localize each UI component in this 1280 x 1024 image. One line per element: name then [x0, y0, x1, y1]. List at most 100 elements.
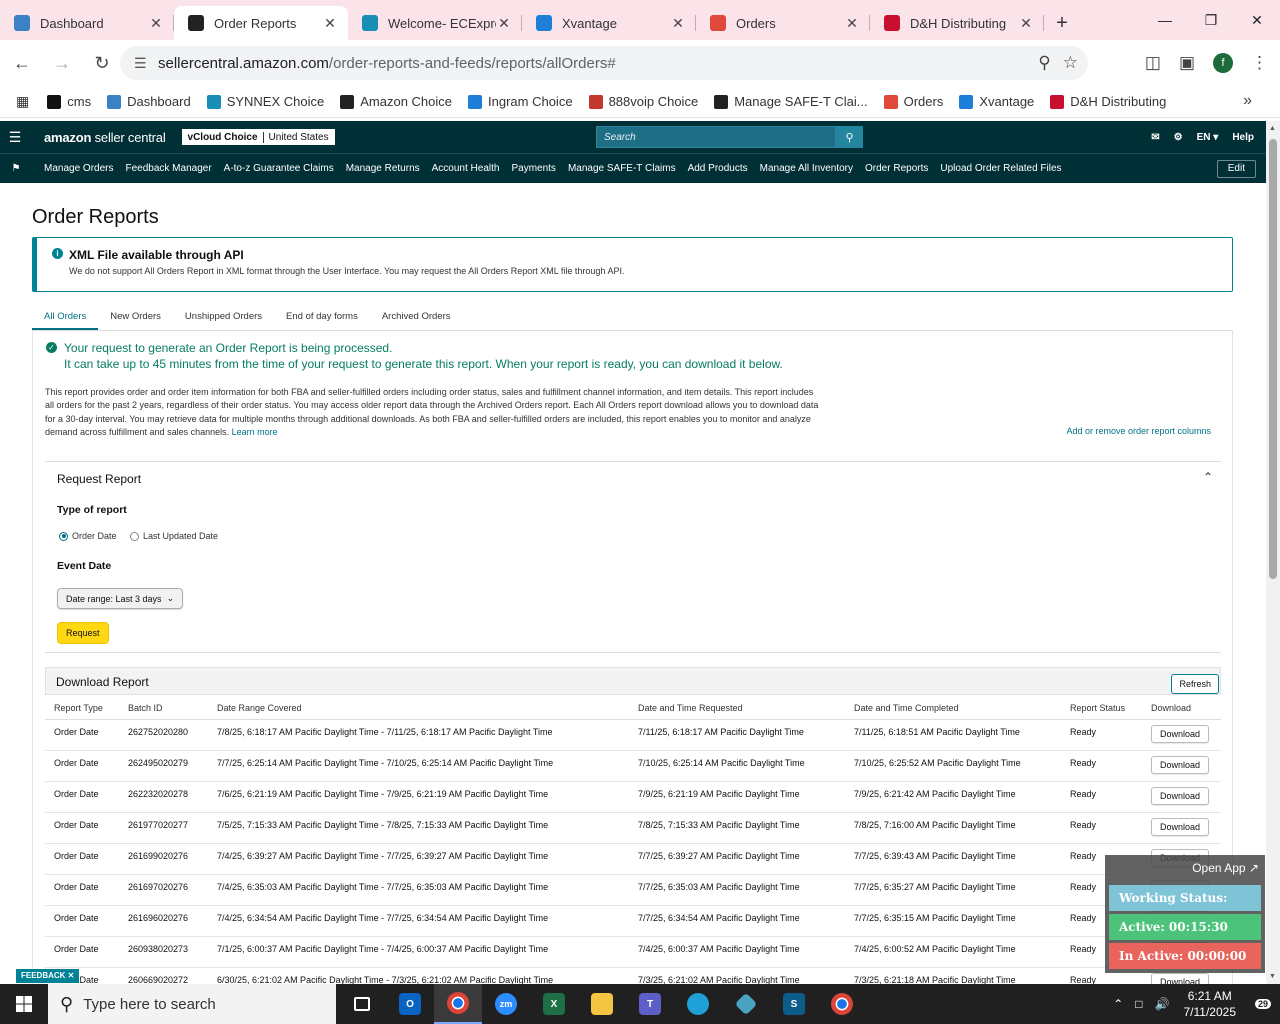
- help-link[interactable]: Help: [1232, 132, 1254, 143]
- open-app-link[interactable]: Open App ↗: [1192, 861, 1259, 875]
- bookmark-item[interactable]: cms: [47, 94, 91, 109]
- header-search-input[interactable]: Search: [596, 126, 836, 148]
- download-button[interactable]: Download: [1151, 786, 1210, 805]
- browser-tab[interactable]: D&H Distributing ✕: [870, 6, 1044, 40]
- radio-order-date[interactable]: Order Date: [59, 531, 117, 541]
- network-icon[interactable]: □: [1135, 997, 1142, 1011]
- extensions-icon[interactable]: ◫: [1145, 53, 1161, 73]
- nav-link[interactable]: Feedback Manager: [125, 163, 211, 174]
- close-window-button[interactable]: ✕: [1234, 0, 1280, 40]
- learn-more-link[interactable]: Learn more: [232, 427, 278, 437]
- add-remove-columns-link[interactable]: Add or remove order report columns: [1066, 426, 1211, 436]
- site-info-icon[interactable]: ☰: [134, 55, 150, 72]
- page-scrollbar[interactable]: ▲ ▼: [1266, 121, 1280, 984]
- order-tab[interactable]: All Orders: [32, 305, 99, 330]
- close-tab-icon[interactable]: ✕: [670, 15, 686, 32]
- app-icon-s[interactable]: S: [770, 984, 818, 1024]
- order-tab[interactable]: Archived Orders: [370, 305, 463, 330]
- restore-button[interactable]: ❐: [1188, 0, 1234, 40]
- taskbar-search-input[interactable]: ⚲ Type here to search: [48, 984, 336, 1024]
- download-button[interactable]: Download: [1151, 755, 1210, 774]
- order-tab[interactable]: Unshipped Orders: [173, 305, 274, 330]
- date-range-dropdown[interactable]: Date range: Last 3 days ⌄: [57, 588, 184, 609]
- clock[interactable]: 6:21 AM 7/11/2025: [1184, 988, 1237, 1020]
- scroll-up-icon[interactable]: ▲: [1269, 125, 1276, 132]
- language-selector[interactable]: EN ▾: [1197, 132, 1219, 143]
- excel-icon[interactable]: X: [530, 984, 578, 1024]
- outlook-icon[interactable]: O: [386, 984, 434, 1024]
- browser-tab[interactable]: Welcome- ECExpres✕: [348, 6, 522, 40]
- nav-link[interactable]: Manage SAFE-T Claims: [568, 163, 676, 174]
- scrollbar-thumb[interactable]: [1269, 139, 1277, 579]
- zoom-app-icon[interactable]: zm: [482, 984, 530, 1024]
- download-button[interactable]: Download: [1151, 724, 1210, 743]
- search-icon[interactable]: ⚲: [836, 126, 863, 148]
- bookmark-item[interactable]: SYNNEX Choice: [206, 94, 324, 109]
- bookmark-item[interactable]: Orders: [883, 94, 943, 109]
- feedback-tab[interactable]: FEEDBACK ✕: [16, 969, 80, 983]
- notification-icon[interactable]: 29: [1246, 984, 1280, 1024]
- bookmark-icon[interactable]: ⚑: [0, 163, 32, 174]
- nav-link[interactable]: Manage All Inventory: [760, 163, 853, 174]
- close-tab-icon[interactable]: ✕: [1018, 15, 1034, 32]
- new-tab-button[interactable]: +: [1044, 6, 1080, 40]
- zoom-icon[interactable]: ⚲: [1038, 53, 1050, 73]
- close-tab-icon[interactable]: ✕: [322, 15, 338, 32]
- app-icon-diamond[interactable]: [722, 984, 770, 1024]
- edge-icon[interactable]: [674, 984, 722, 1024]
- nav-link[interactable]: Add Products: [688, 163, 748, 174]
- bookmark-item[interactable]: Amazon Choice: [340, 94, 452, 109]
- nav-link[interactable]: Account Health: [432, 163, 500, 174]
- chevron-up-icon[interactable]: ⌃: [1203, 470, 1213, 484]
- bookmark-item[interactable]: 888voip Choice: [588, 94, 698, 109]
- task-view-icon[interactable]: [338, 984, 386, 1024]
- hamburger-menu-icon[interactable]: ☰: [0, 129, 30, 146]
- browser-tab[interactable]: Order Reports ✕: [174, 6, 348, 40]
- windows-start-icon[interactable]: [0, 984, 48, 1024]
- more-bookmarks-icon[interactable]: »: [1243, 92, 1252, 110]
- bookmark-item[interactable]: Ingram Choice: [468, 94, 573, 109]
- nav-link[interactable]: Upload Order Related Files: [940, 163, 1061, 174]
- chrome-icon[interactable]: [434, 984, 482, 1024]
- bookmark-item[interactable]: Dashboard: [107, 94, 191, 109]
- volume-icon[interactable]: 🔊: [1155, 997, 1170, 1011]
- seller-central-logo[interactable]: amazon seller central: [44, 130, 166, 145]
- nav-link[interactable]: A-to-z Guarantee Claims: [224, 163, 334, 174]
- chrome-profile-icon[interactable]: [818, 984, 866, 1024]
- nav-link[interactable]: Manage Orders: [44, 163, 113, 174]
- cast-icon[interactable]: ▣: [1179, 53, 1195, 73]
- nav-link[interactable]: Order Reports: [865, 163, 928, 174]
- bookmark-item[interactable]: D&H Distributing: [1050, 94, 1166, 109]
- download-button[interactable]: Download: [1151, 817, 1210, 836]
- teams-icon[interactable]: T: [626, 984, 674, 1024]
- close-tab-icon[interactable]: ✕: [844, 15, 860, 32]
- address-bar[interactable]: ☰ sellercentral.amazon.com/order-reports…: [120, 46, 1088, 80]
- marketplace-switcher[interactable]: vCloud Choice United States: [181, 129, 335, 145]
- order-tab[interactable]: End of day forms: [274, 305, 370, 330]
- file-explorer-icon[interactable]: [578, 984, 626, 1024]
- profile-avatar[interactable]: f: [1213, 53, 1233, 73]
- browser-tab[interactable]: Orders ✕: [696, 6, 870, 40]
- mail-icon[interactable]: ✉: [1151, 132, 1159, 143]
- reload-button[interactable]: ↻: [84, 45, 120, 81]
- refresh-button[interactable]: Refresh: [1171, 674, 1219, 694]
- close-tab-icon[interactable]: ✕: [496, 15, 512, 32]
- order-tab[interactable]: New Orders: [98, 305, 173, 330]
- chevron-up-icon[interactable]: ⌃: [1113, 997, 1123, 1011]
- back-button[interactable]: ←: [4, 45, 40, 81]
- minimize-button[interactable]: —: [1142, 0, 1188, 40]
- menu-icon[interactable]: ⋮: [1251, 53, 1268, 73]
- bookmark-item[interactable]: Manage SAFE-T Clai...: [714, 94, 868, 109]
- edit-nav-button[interactable]: Edit: [1216, 160, 1256, 178]
- forward-button[interactable]: →: [44, 45, 80, 81]
- nav-link[interactable]: Manage Returns: [346, 163, 420, 174]
- request-button[interactable]: Request: [57, 622, 109, 644]
- bookmark-star-icon[interactable]: ☆: [1063, 53, 1078, 73]
- nav-link[interactable]: Payments: [511, 163, 555, 174]
- apps-icon[interactable]: ▦: [16, 93, 29, 110]
- download-button[interactable]: Download: [1151, 972, 1210, 984]
- gear-icon[interactable]: ⚙: [1174, 132, 1183, 143]
- close-tab-icon[interactable]: ✕: [148, 15, 164, 32]
- browser-tab[interactable]: Dashboard ✕: [0, 6, 174, 40]
- browser-tab[interactable]: Xvantage ✕: [522, 6, 696, 40]
